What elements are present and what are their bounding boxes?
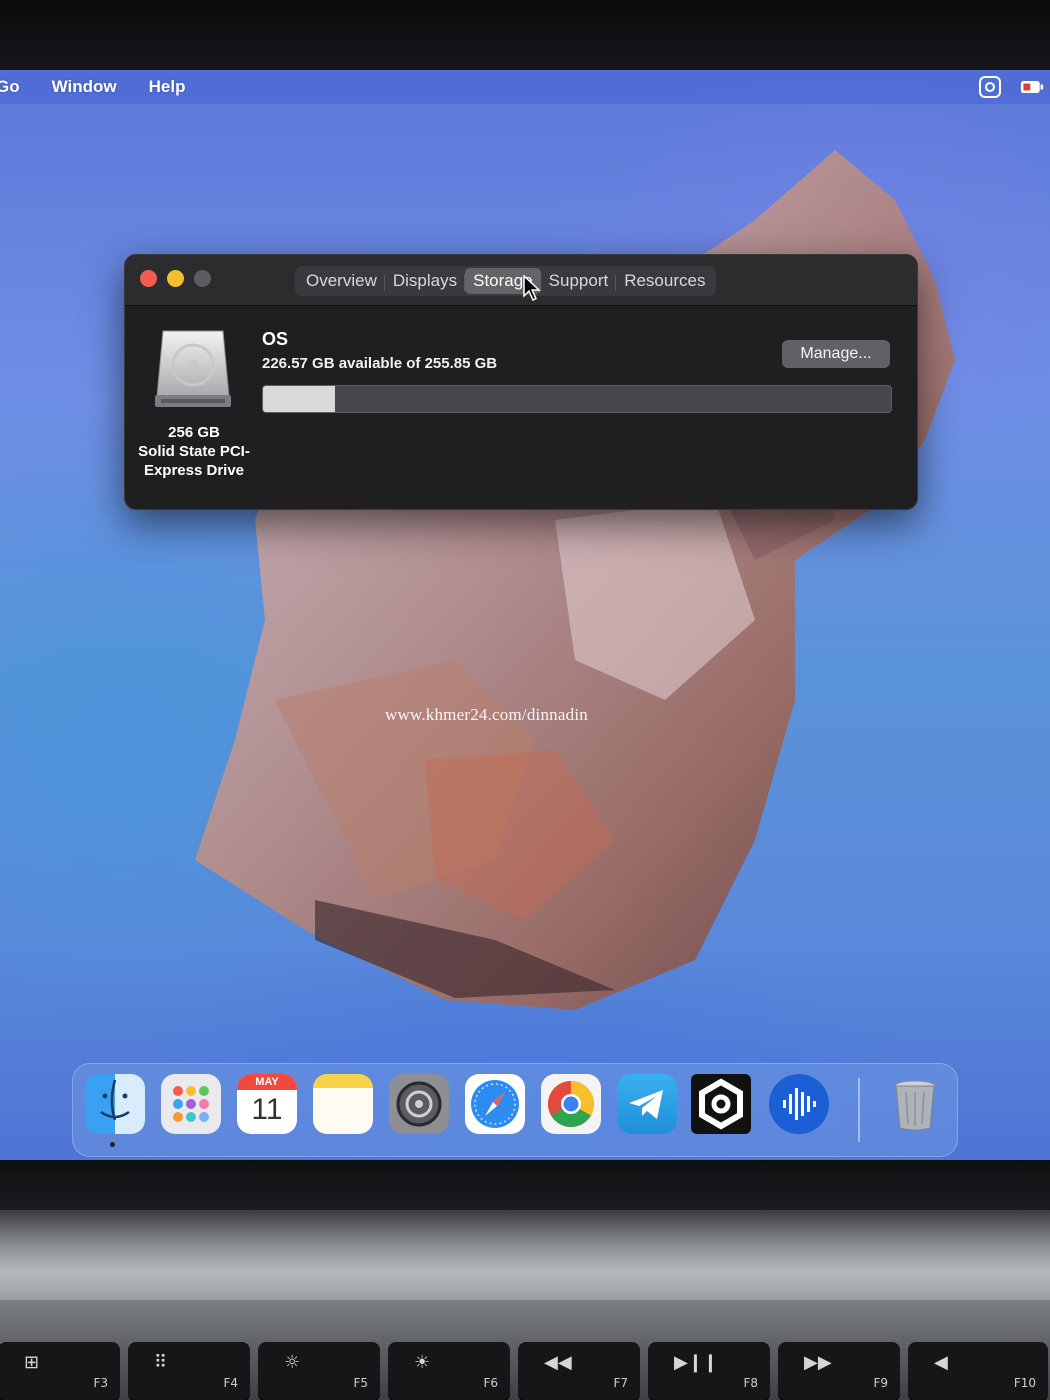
watermark: www.khmer24.com/dinnadin (385, 705, 588, 724)
laptop-hinge (0, 1210, 1050, 1300)
about-this-mac-window: Overview Displays Storage Support Resour… (124, 254, 918, 510)
function-key-row: ⊞ F3 ⠿ F4 ☼ F5 ☀ F6 ◀◀ F7 ▶❙❙ F8 ▶▶ F9 ◀ F10 (0, 1342, 1050, 1400)
storage-usage-bar (262, 385, 892, 413)
keyboard-brightness-up-icon: ☀ (414, 1352, 431, 1373)
key-f3[interactable]: ⊞ F3 (0, 1342, 120, 1400)
telegram-icon[interactable] (617, 1074, 677, 1134)
volume-availability: 226.57 GB available of 255.85 GB (262, 355, 498, 372)
play-pause-icon: ▶❙❙ (674, 1352, 719, 1373)
drive-type-line2: Express Drive (143, 462, 245, 479)
mouse-cursor-icon (523, 275, 541, 301)
key-label: F10 (1013, 1376, 1036, 1390)
calendar-icon[interactable]: MAY 11 (237, 1074, 297, 1134)
finder-icon[interactable] (85, 1074, 145, 1134)
volume-name: OS (262, 329, 289, 349)
manage-button[interactable]: Manage... (782, 340, 890, 368)
vpn-app-icon[interactable] (691, 1074, 751, 1134)
launchpad-key-icon: ⠿ (154, 1352, 168, 1373)
fast-forward-icon: ▶▶ (804, 1352, 832, 1373)
key-f8[interactable]: ▶❙❙ F8 (648, 1342, 770, 1400)
storage-usage-fill (263, 386, 336, 412)
key-label: F5 (353, 1376, 368, 1390)
key-label: F8 (743, 1376, 758, 1390)
drive-type-line1: Solid State PCI- (138, 443, 250, 460)
dock-separator (858, 1078, 860, 1142)
keyboard-brightness-down-icon: ☼ (284, 1352, 301, 1373)
key-f7[interactable]: ◀◀ F7 (518, 1342, 640, 1400)
mute-icon: ◀ (934, 1352, 948, 1373)
key-f6[interactable]: ☀ F6 (388, 1342, 510, 1400)
hard-drive-icon (155, 330, 231, 407)
laptop-bezel (0, 0, 1050, 70)
menu-help[interactable]: Help (149, 77, 186, 97)
key-label: F3 (93, 1376, 108, 1390)
key-f4[interactable]: ⠿ F4 (128, 1342, 250, 1400)
calendar-month: MAY (237, 1074, 297, 1090)
control-center-icon[interactable] (978, 75, 1002, 99)
window-titlebar: Overview Displays Storage Support Resour… (125, 255, 917, 306)
tab-overview[interactable]: Overview (298, 268, 385, 294)
drive-capacity: 256 GB (168, 424, 220, 441)
key-label: F7 (613, 1376, 628, 1390)
key-f5[interactable]: ☼ F5 (258, 1342, 380, 1400)
menu-bar: Go Window Help (0, 70, 1050, 104)
close-button[interactable] (140, 270, 157, 287)
desktop: Go Window Help www.khmer24.com/dinnadin … (0, 70, 1050, 1160)
drive-caption: 256 GB Solid State PCI- Express Drive (129, 423, 259, 480)
tab-bar: Overview Displays Storage Support Resour… (295, 266, 717, 296)
finder-running-indicator (110, 1142, 115, 1147)
rewind-icon: ◀◀ (544, 1352, 572, 1373)
dock: MAY 11 (72, 1063, 958, 1157)
system-preferences-icon[interactable] (389, 1074, 449, 1134)
menu-window[interactable]: Window (52, 77, 117, 97)
calendar-day: 11 (251, 1093, 283, 1126)
safari-icon[interactable] (465, 1074, 525, 1134)
audio-app-icon[interactable] (769, 1074, 829, 1134)
key-f10[interactable]: ◀ F10 (908, 1342, 1048, 1400)
key-label: F9 (873, 1376, 888, 1390)
trash-icon[interactable] (885, 1074, 945, 1134)
tab-displays[interactable]: Displays (385, 268, 466, 294)
minimize-button[interactable] (167, 270, 184, 287)
key-f9[interactable]: ▶▶ F9 (778, 1342, 900, 1400)
tab-resources[interactable]: Resources (616, 268, 713, 294)
key-label: F4 (223, 1376, 238, 1390)
mission-control-icon: ⊞ (24, 1352, 40, 1373)
zoom-button[interactable] (194, 270, 211, 287)
chrome-icon[interactable] (541, 1074, 601, 1134)
tab-support[interactable]: Support (541, 268, 617, 294)
menu-go[interactable]: Go (0, 77, 20, 97)
key-label: F6 (483, 1376, 498, 1390)
launchpad-icon[interactable] (161, 1074, 221, 1134)
battery-icon[interactable] (1020, 75, 1044, 99)
notes-icon[interactable] (313, 1074, 373, 1134)
